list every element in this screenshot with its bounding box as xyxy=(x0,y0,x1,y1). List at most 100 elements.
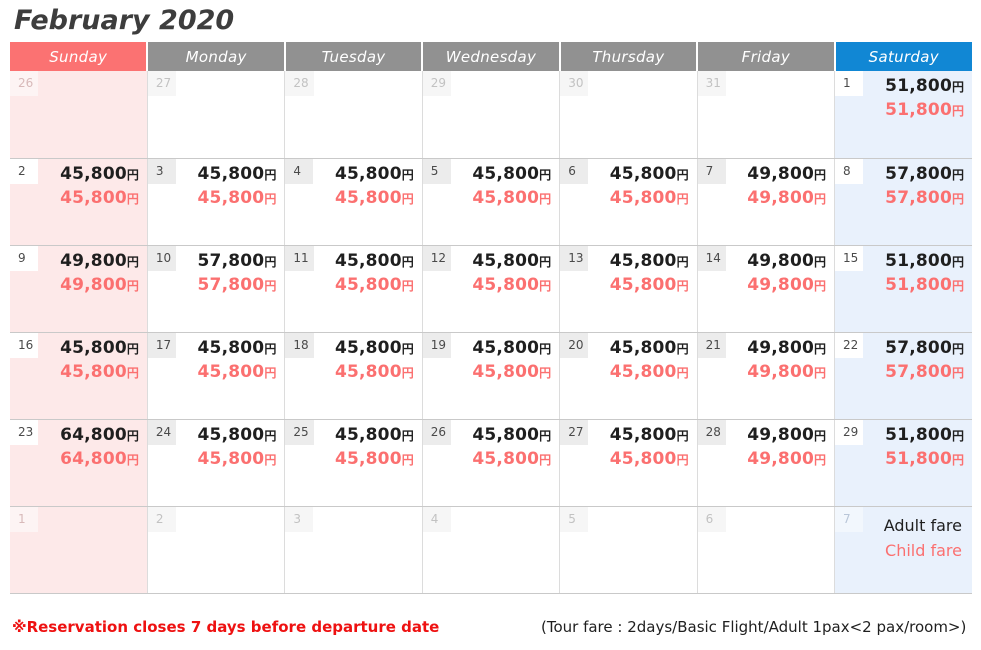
adult-fare-amount: 45,800 xyxy=(60,337,127,358)
adult-fare-amount: 45,800 xyxy=(334,337,402,358)
day-number: 29 xyxy=(422,71,452,96)
calendar-day-cell[interactable]: 4 45,800円 45,800円 xyxy=(284,158,423,246)
adult-fare-amount: 45,800 xyxy=(472,424,540,445)
calendar-week-row: 9 49,800円 49,800円 10 57,800円 57,800円 11 45,800円… xyxy=(10,245,972,333)
adult-fare-amount: 49,800 xyxy=(747,337,815,358)
child-fare-amount: 45,800 xyxy=(609,361,677,382)
yen-symbol: 円 xyxy=(539,167,552,182)
calendar-week-row: 23 64,800円 64,800円 24 45,800円 45,800円 25 45,800… xyxy=(10,419,972,507)
fare-pair: 45,800円 45,800円 xyxy=(472,424,551,472)
adult-fare-amount: 57,800 xyxy=(885,163,952,184)
day-number: 12 xyxy=(422,245,452,271)
adult-fare-amount: 49,800 xyxy=(60,250,127,271)
adult-fare-amount: 45,800 xyxy=(334,163,402,184)
fare-pair: 45,800円 45,800円 xyxy=(335,250,414,298)
day-number: 23 xyxy=(10,419,39,445)
yen-symbol: 円 xyxy=(539,254,552,269)
child-fare-amount: 64,800 xyxy=(60,448,127,469)
calendar-day-cell[interactable]: 15 51,800円 51,800円 xyxy=(834,245,972,333)
calendar-day-cell[interactable]: 8 57,800円 57,800円 xyxy=(834,158,972,246)
calendar-day-cell[interactable]: 11 45,800円 45,800円 xyxy=(284,245,423,333)
yen-symbol: 円 xyxy=(676,278,689,293)
child-fare-amount: 49,800 xyxy=(747,274,815,295)
calendar-day-cell[interactable]: 29 51,800円 51,800円 xyxy=(834,419,972,507)
calendar-day-cell[interactable]: 1 51,800円 51,800円 xyxy=(834,71,972,159)
adult-fare: 45,800円 xyxy=(335,250,414,274)
calendar-day-cell-outside: 27 xyxy=(147,71,286,159)
calendar-day-cell[interactable]: 7 49,800円 49,800円 xyxy=(697,158,836,246)
adult-fare-amount: 45,800 xyxy=(334,250,402,271)
child-fare: 45,800円 xyxy=(198,361,277,385)
tour-fare-conditions: (Tour fare : 2days/Basic Flight/Adult 1p… xyxy=(541,618,967,636)
child-fare: 45,800円 xyxy=(198,448,277,472)
calendar-day-cell[interactable]: 20 45,800円 45,800円 xyxy=(559,332,698,420)
calendar-day-cell[interactable]: 17 45,800円 45,800円 xyxy=(147,332,286,420)
calendar-day-cell[interactable]: 24 45,800円 45,800円 xyxy=(147,419,286,507)
yen-symbol: 円 xyxy=(401,278,414,293)
child-fare: 45,800円 xyxy=(472,448,551,472)
adult-fare-amount: 51,800 xyxy=(885,250,952,271)
adult-fare: 45,800円 xyxy=(335,424,414,448)
child-fare-amount: 49,800 xyxy=(747,448,815,469)
calendar-day-cell[interactable]: 12 45,800円 45,800円 xyxy=(422,245,561,333)
fare-pair: 57,800円 57,800円 xyxy=(885,163,964,211)
child-fare-amount: 45,800 xyxy=(609,448,677,469)
yen-symbol: 円 xyxy=(676,452,689,467)
child-fare-amount: 45,800 xyxy=(60,187,127,208)
day-number: 13 xyxy=(560,245,589,271)
weekday-header-friday: Friday xyxy=(697,42,836,71)
calendar-day-cell[interactable]: 2 45,800円 45,800円 xyxy=(10,158,148,246)
calendar-day-cell[interactable]: 22 57,800円 57,800円 xyxy=(834,332,972,420)
yen-symbol: 円 xyxy=(264,191,277,206)
calendar-day-cell[interactable]: 5 45,800円 45,800円 xyxy=(422,158,561,246)
calendar-day-cell[interactable]: 25 45,800円 45,800円 xyxy=(284,419,423,507)
calendar-day-cell[interactable]: 23 64,800円 64,800円 xyxy=(10,419,148,507)
calendar-week-row: 2 45,800円 45,800円 3 45,800円 45,800円 4 45,800円 45… xyxy=(10,158,972,246)
child-fare: 45,800円 xyxy=(60,187,139,211)
fare-pair: 57,800円 57,800円 xyxy=(198,250,277,298)
calendar-day-cell[interactable]: 3 45,800円 45,800円 xyxy=(147,158,286,246)
adult-fare-amount: 51,800 xyxy=(885,424,952,445)
calendar-day-cell[interactable]: 14 49,800円 49,800円 xyxy=(697,245,836,333)
yen-symbol: 円 xyxy=(539,452,552,467)
yen-symbol: 円 xyxy=(264,341,277,356)
adult-fare-amount: 49,800 xyxy=(747,424,815,445)
calendar-day-cell[interactable]: 28 49,800円 49,800円 xyxy=(697,419,836,507)
day-number: 20 xyxy=(560,332,589,358)
calendar-day-cell[interactable]: 13 45,800円 45,800円 xyxy=(559,245,698,333)
calendar-day-cell[interactable]: 9 49,800円 49,800円 xyxy=(10,245,148,333)
day-number: 16 xyxy=(10,332,39,358)
day-number: 17 xyxy=(147,332,177,358)
adult-fare: 49,800円 xyxy=(747,163,826,187)
page-title: February 2020 xyxy=(14,5,235,36)
calendar-day-cell[interactable]: 6 45,800円 45,800円 xyxy=(559,158,698,246)
day-number: 25 xyxy=(285,419,314,445)
child-fare: 45,800円 xyxy=(335,448,414,472)
calendar-day-cell[interactable]: 18 45,800円 45,800円 xyxy=(284,332,423,420)
calendar-day-cell[interactable]: 10 57,800円 57,800円 xyxy=(147,245,286,333)
day-number: 4 xyxy=(285,158,314,184)
calendar-day-cell[interactable]: 26 45,800円 45,800円 xyxy=(422,419,561,507)
child-fare-amount: 45,800 xyxy=(472,361,540,382)
adult-fare-amount: 45,800 xyxy=(197,163,265,184)
yen-symbol: 円 xyxy=(814,341,827,356)
calendar-header-row: Sunday Monday Tuesday Wednesday Thursday Frid… xyxy=(10,42,972,71)
yen-symbol: 円 xyxy=(676,428,689,443)
calendar-day-cell[interactable]: 19 45,800円 45,800円 xyxy=(422,332,561,420)
day-number: 27 xyxy=(147,71,177,96)
yen-symbol: 円 xyxy=(951,365,964,380)
yen-symbol: 円 xyxy=(814,167,827,182)
yen-symbol: 円 xyxy=(401,341,414,356)
adult-fare-amount: 51,800 xyxy=(885,76,952,96)
child-fare-amount: 45,800 xyxy=(609,187,677,208)
calendar-day-cell[interactable]: 21 49,800円 49,800円 xyxy=(697,332,836,420)
adult-fare-amount: 45,800 xyxy=(609,250,677,271)
day-number: 6 xyxy=(560,158,589,184)
calendar-day-cell[interactable]: 16 45,800円 45,800円 xyxy=(10,332,148,420)
legend-child-fare-label: Child fare xyxy=(885,540,962,560)
adult-fare: 45,800円 xyxy=(198,424,277,448)
fare-pair: 45,800円 45,800円 xyxy=(472,250,551,298)
child-fare-amount: 45,800 xyxy=(472,187,540,208)
child-fare: 49,800円 xyxy=(60,274,139,298)
calendar-day-cell[interactable]: 27 45,800円 45,800円 xyxy=(559,419,698,507)
